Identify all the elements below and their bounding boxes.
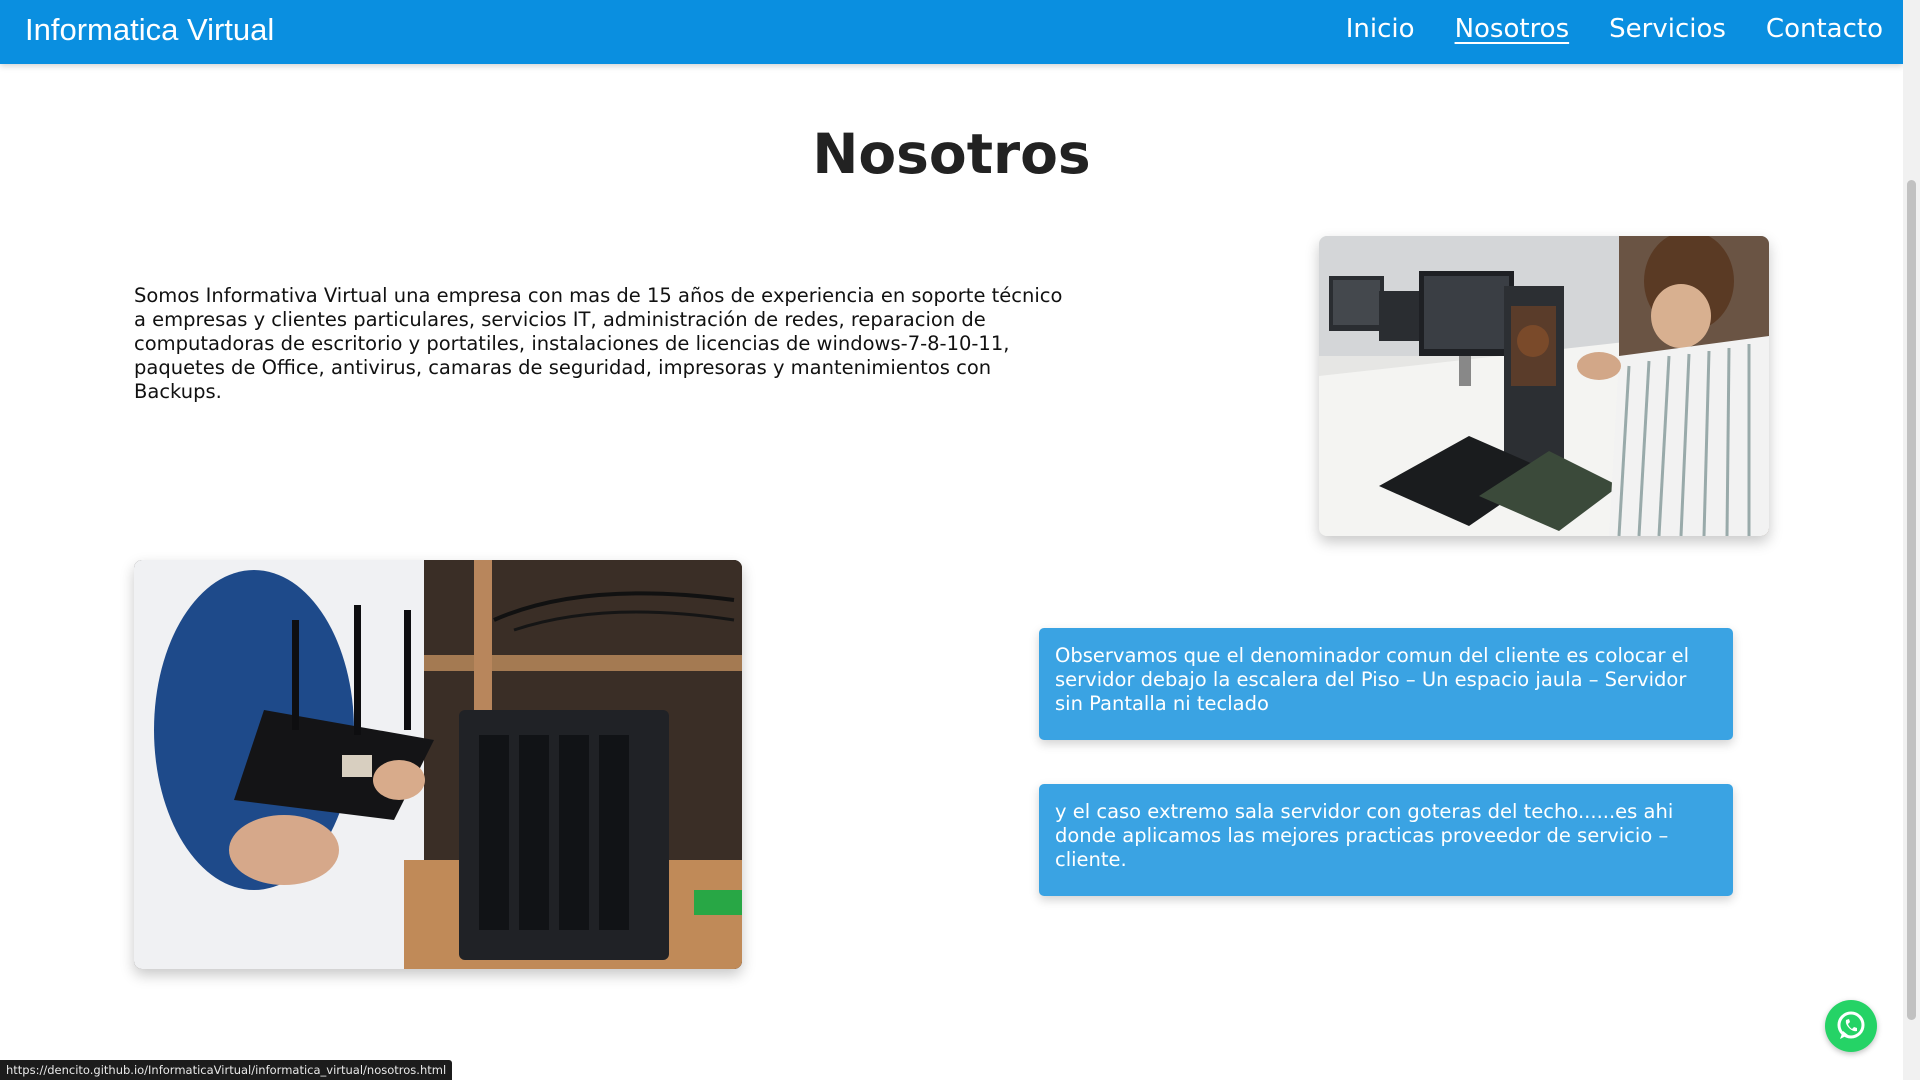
page-title: Nosotros: [812, 122, 1091, 186]
status-bar-url: https://dencito.github.io/InformaticaVir…: [0, 1060, 453, 1080]
intro-paragraph: Somos Informativa Virtual una empresa co…: [134, 284, 1063, 403]
whatsapp-button[interactable]: [1825, 1000, 1877, 1052]
nav-link-inicio[interactable]: Inicio: [1346, 12, 1415, 46]
brand-logo-link[interactable]: Informatica Virtual: [25, 12, 274, 48]
nav-link-servicios[interactable]: Servicios: [1609, 12, 1726, 46]
nav-link-nosotros[interactable]: Nosotros: [1455, 12, 1570, 46]
nav-link-contacto[interactable]: Contacto: [1766, 12, 1883, 46]
navbar: Informatica Virtual Inicio Nosotros Serv…: [0, 0, 1903, 64]
router-server-photo: [134, 560, 742, 969]
info-card-text: Observamos que el denominador comun del …: [1055, 644, 1690, 715]
nav-links: Inicio Nosotros Servicios Contacto: [1306, 12, 1883, 46]
info-card-best-practices: y el caso extremo sala servidor con gote…: [1039, 784, 1733, 896]
scrollbar-thumb[interactable]: [1907, 180, 1916, 1020]
whatsapp-icon: [1837, 1011, 1865, 1039]
vertical-scrollbar[interactable]: [1903, 0, 1920, 1080]
info-card-text: y el caso extremo sala servidor con gote…: [1055, 800, 1674, 871]
info-card-server-placement: Observamos que el denominador comun del …: [1039, 628, 1733, 740]
technician-repair-photo: [1319, 236, 1769, 536]
